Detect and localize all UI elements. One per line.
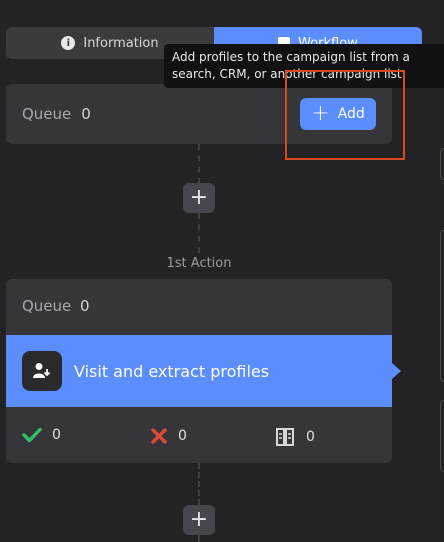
action-card[interactable]: Queue 0 Visit and extract profiles 0 0 0 [6, 279, 401, 463]
plus-icon: + [189, 185, 209, 210]
connector-line [198, 535, 200, 542]
success-count: 0 [52, 427, 61, 443]
user-download-icon [22, 351, 62, 391]
plus-icon: + [189, 507, 209, 532]
check-icon [22, 427, 42, 443]
x-icon [151, 428, 167, 444]
failed-count: 0 [178, 428, 187, 444]
failed-stat: 0 [150, 427, 187, 445]
info-icon: i [61, 36, 76, 50]
right-panel-edge [440, 148, 444, 180]
add-step-button[interactable]: + [183, 183, 215, 213]
success-stat: 0 [22, 427, 61, 443]
highlight-box [285, 70, 405, 160]
skipped-count: 0 [306, 429, 315, 445]
action-step-label: 1st Action [166, 256, 232, 271]
action-header[interactable]: Visit and extract profiles [6, 335, 401, 407]
right-panel-edge [440, 230, 444, 382]
action-queue-label: Queue [22, 297, 72, 315]
connector-line [198, 144, 200, 184]
add-step-button[interactable]: + [183, 505, 215, 535]
tab-information-label: Information [83, 35, 159, 51]
skip-icon [276, 428, 294, 446]
skipped-stat: 0 [274, 427, 315, 447]
right-panel-edge [440, 400, 444, 472]
action-queue-count: 0 [80, 297, 90, 315]
connector-line [198, 463, 200, 505]
queue-count: 0 [81, 105, 91, 123]
action-title: Visit and extract profiles [74, 361, 270, 381]
connector-line [198, 213, 200, 253]
queue-label: Queue [22, 105, 72, 123]
